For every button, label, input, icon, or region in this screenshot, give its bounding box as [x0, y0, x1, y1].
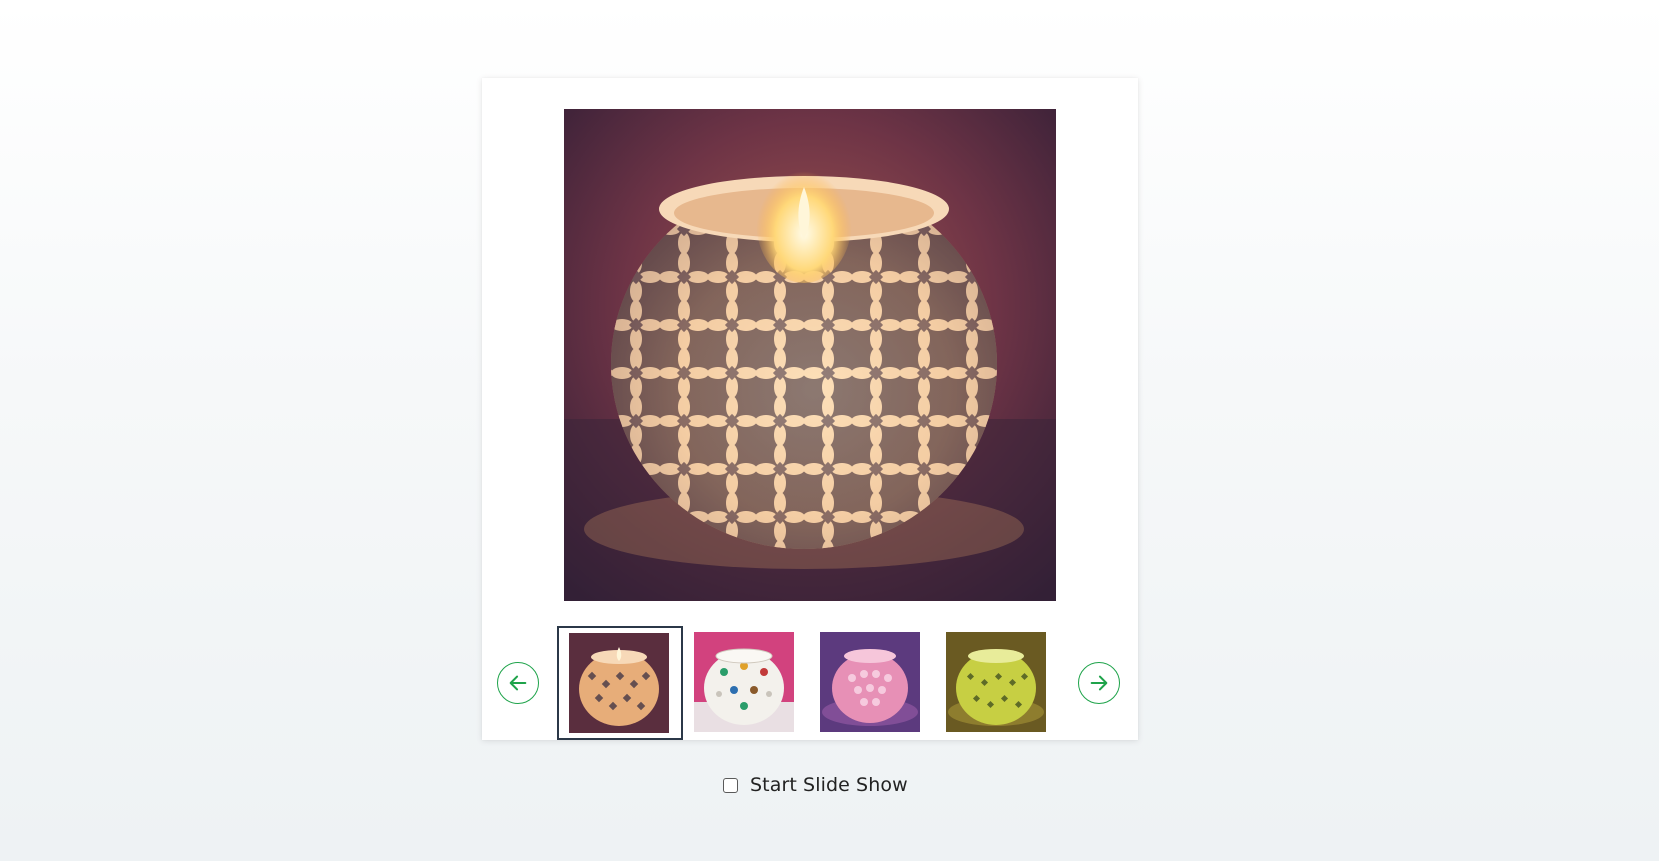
mosaic-candle-green-thumbnail: [946, 632, 1046, 732]
thumbnail-2[interactable]: [683, 626, 809, 740]
candle-holder-photo: [564, 109, 1056, 601]
mosaic-candle-pink-thumbnail: [820, 632, 920, 732]
arrow-left-icon: [509, 675, 527, 691]
slideshow-label: Start Slide Show: [750, 774, 908, 796]
thumbnail-1[interactable]: [557, 626, 683, 740]
slideshow-checkbox[interactable]: [723, 777, 738, 793]
next-button[interactable]: [1078, 662, 1120, 704]
main-product-image: [564, 109, 1056, 601]
image-gallery: [482, 78, 1138, 740]
thumbnail-3[interactable]: [809, 626, 935, 740]
arrow-right-icon: [1090, 675, 1108, 691]
thumbnail-4[interactable]: [935, 626, 1061, 740]
thumbnail-strip: [482, 626, 1138, 740]
slideshow-toggle[interactable]: Start Slide Show: [723, 772, 908, 798]
previous-button[interactable]: [497, 662, 539, 704]
mosaic-candle-amber-thumbnail: [569, 633, 669, 733]
mosaic-candle-white-thumbnail: [694, 632, 794, 732]
